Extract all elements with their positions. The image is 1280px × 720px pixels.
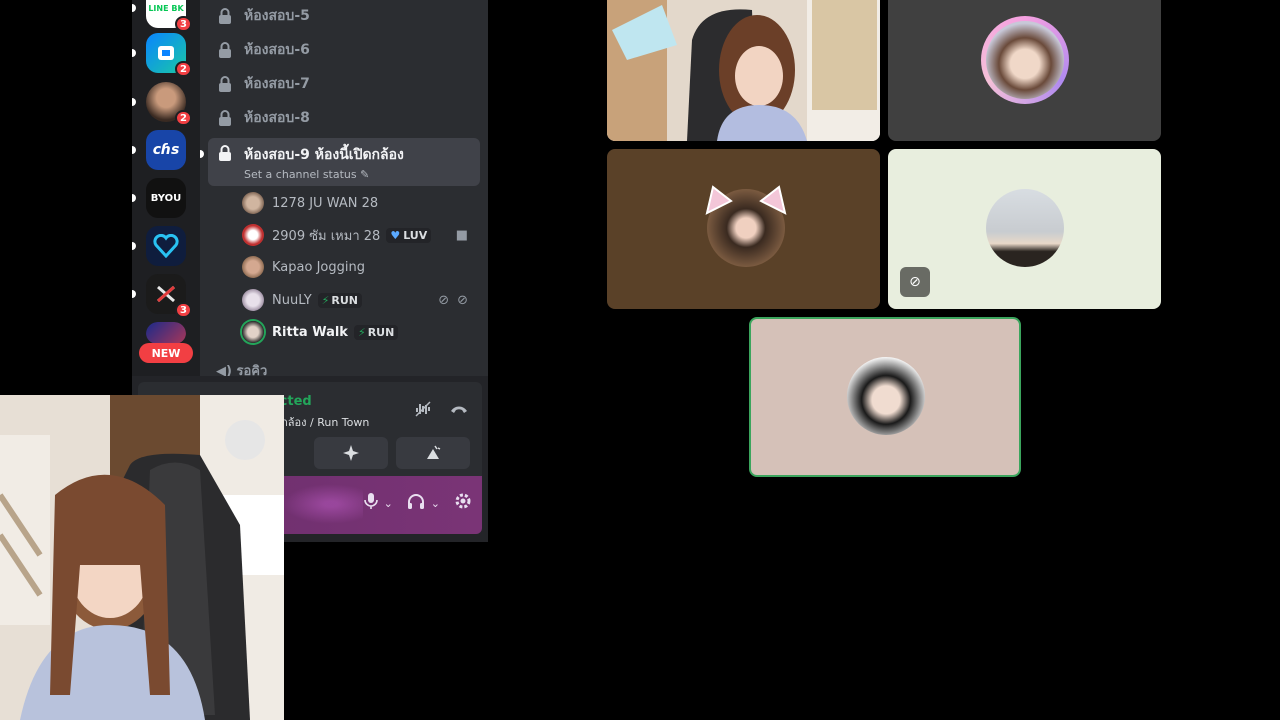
soundboard-button[interactable]: [396, 437, 470, 469]
server-icon-byou[interactable]: BYOU: [132, 178, 186, 218]
channel-item[interactable]: ห้องสอบ-8: [208, 102, 480, 134]
channel-list: ห้องสอบ-5 ห้องสอบ-6 ห้องสอบ-7 ห้องสอบ-8 …: [200, 0, 488, 392]
server-label: cɦs: [146, 130, 186, 170]
voice-member[interactable]: NuuLY ⚡ RUN ⊘ ⊘: [242, 286, 482, 314]
video-tile-camera[interactable]: [607, 0, 880, 141]
chevron-down-icon[interactable]: ⌄: [384, 497, 393, 510]
channel-item[interactable]: ห้องสอบ-7: [208, 68, 480, 100]
lock-icon: [219, 145, 231, 161]
channel-name: ห้องสอบ-9 ห้องนี้เปิดกล้อง: [244, 147, 404, 163]
voice-channel-label[interactable]: ดกล้อง / Run Town: [274, 413, 369, 431]
avatar: [847, 357, 925, 435]
cat-ears-decoration: [705, 185, 787, 215]
video-tile-avatar[interactable]: [607, 149, 880, 309]
activity-icon: [343, 445, 359, 461]
server-icon-x[interactable]: 3: [132, 274, 192, 318]
avatar: [986, 189, 1064, 267]
participant-video: [607, 0, 880, 141]
avatar: [242, 256, 264, 278]
lock-icon: [219, 110, 231, 126]
avatar: [242, 289, 264, 311]
streamer-webcam: [0, 395, 284, 720]
chevron-down-icon[interactable]: ⌄: [431, 497, 440, 510]
server-label: BYOU: [146, 178, 186, 218]
notification-badge: 3: [175, 302, 192, 318]
heart-icon: ♥: [390, 228, 401, 242]
member-name: Ritta Walk: [272, 324, 348, 340]
deafened-icon: ⊘: [457, 292, 468, 308]
video-tile-avatar[interactable]: ⊘: [888, 149, 1161, 309]
channel-item[interactable]: ห้องสอบ-6: [208, 34, 480, 66]
mic-icon[interactable]: [363, 492, 378, 514]
member-name: Kapao Jogging: [272, 259, 365, 275]
member-name: 2909 ซัม เหมา 28: [272, 228, 381, 244]
lock-icon: [219, 42, 231, 58]
lock-icon: [219, 8, 231, 24]
channel-status[interactable]: Set a channel status ✎: [244, 168, 404, 181]
gear-icon[interactable]: [454, 492, 472, 514]
noise-suppression-icon[interactable]: [412, 398, 434, 420]
video-camera-icon: ■: [455, 227, 468, 243]
new-pill[interactable]: NEW: [139, 343, 193, 363]
soundboard-icon: [427, 445, 441, 459]
member-tag: ♥ LUV: [386, 227, 432, 243]
bolt-icon: ⚡: [321, 293, 330, 307]
server-icon-2[interactable]: 2: [132, 33, 192, 77]
bolt-icon: ⚡: [357, 325, 366, 339]
server-rail: LINE BK 3 2 2 cɦs BYOU 3 NEW: [132, 0, 200, 392]
member-name: 1278 JU WAN 28: [272, 195, 379, 211]
member-tag: ⚡ RUN: [353, 324, 399, 340]
channel-name: ห้องสอบ-8: [244, 110, 310, 126]
voice-member[interactable]: 2909 ซัม เหมา 28 ♥ LUV ■: [242, 221, 482, 249]
avatar: [242, 224, 264, 246]
video-tile-avatar[interactable]: [888, 0, 1161, 141]
server-icon-3[interactable]: 2: [132, 82, 192, 126]
phone-hangup-icon[interactable]: [448, 398, 470, 420]
webcam-image: [0, 395, 284, 720]
avatar: [242, 192, 264, 214]
notification-badge: 2: [175, 110, 192, 126]
notification-badge: 3: [175, 16, 192, 32]
server-icon-heart[interactable]: [132, 226, 186, 266]
member-tag: ⚡ RUN: [317, 292, 363, 308]
video-tile-speaking[interactable]: [749, 317, 1021, 477]
server-icon-line-bk[interactable]: LINE BK 3: [132, 0, 192, 32]
channel-item-active[interactable]: ห้องสอบ-9 ห้องนี้เปิดกล้อง Set a channel…: [208, 138, 480, 186]
voice-member[interactable]: Kapao Jogging: [242, 253, 482, 281]
channel-item[interactable]: ห้องสอบ-5: [208, 0, 480, 32]
member-name: NuuLY: [272, 292, 312, 308]
notification-badge: 2: [175, 61, 192, 77]
pencil-icon: ✎: [360, 168, 370, 181]
lock-icon: [219, 76, 231, 92]
server-icon-8[interactable]: [146, 322, 186, 344]
headphones-icon[interactable]: [407, 493, 425, 513]
muted-mic-icon: ⊘: [438, 292, 450, 308]
avatar: [242, 321, 264, 343]
voice-member[interactable]: Ritta Walk ⚡ RUN: [242, 318, 482, 346]
channel-name: ห้องสอบ-7: [244, 76, 310, 92]
channel-name: ห้องสอบ-6: [244, 42, 310, 58]
channel-name: ห้องสอบ-5: [244, 8, 310, 24]
server-icon-chs[interactable]: cɦs: [132, 130, 186, 170]
voice-member[interactable]: 1278 JU WAN 28: [242, 189, 482, 217]
activity-button[interactable]: [314, 437, 388, 469]
camera-off-icon[interactable]: ⊘: [900, 267, 930, 297]
avatar: [981, 16, 1069, 104]
